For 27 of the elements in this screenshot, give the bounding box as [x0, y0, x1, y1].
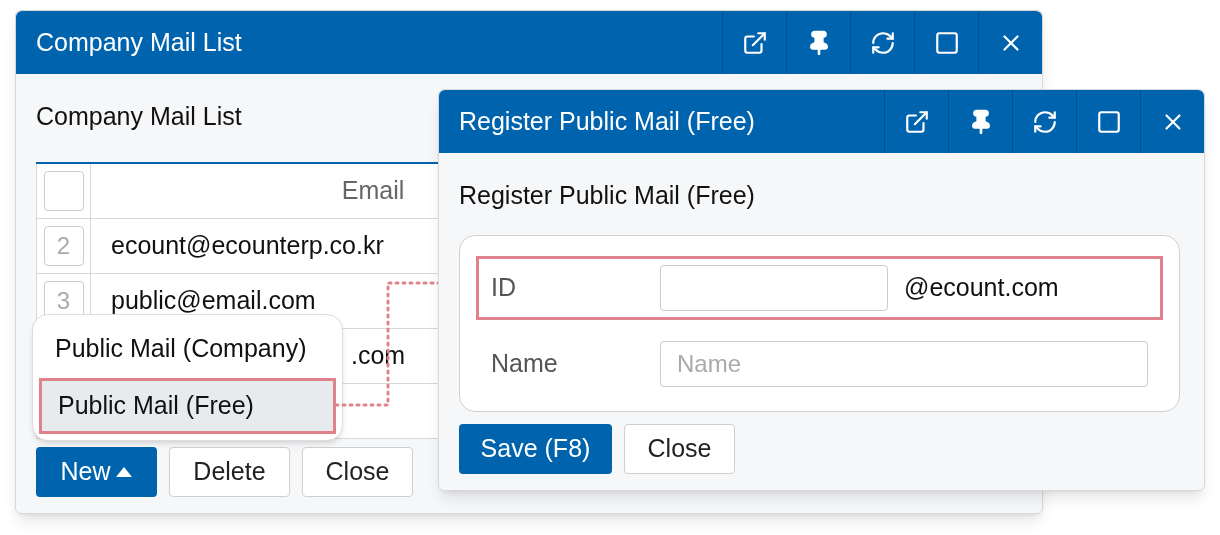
menu-item[interactable]: Public Mail (Free)	[39, 378, 336, 434]
button[interactable]: Close	[624, 423, 735, 474]
popout-icon	[903, 108, 930, 135]
button[interactable]: Delete	[169, 446, 290, 497]
window-title: Company Mail List	[35, 26, 243, 58]
maximize-icon	[1095, 108, 1122, 135]
table-cell-text: ecount@ecounterp.co.kr	[111, 229, 384, 261]
button[interactable]: Save (F8)	[459, 423, 612, 474]
table-cell-text: public@email.com	[111, 284, 316, 316]
list-heading: Company Mail List	[36, 101, 242, 132]
field-label: ID	[490, 271, 517, 303]
dropdown-button[interactable]: New	[36, 446, 157, 497]
maximize-icon	[933, 29, 960, 56]
input-field[interactable]	[660, 264, 888, 311]
popout-icon	[741, 29, 768, 56]
input-field[interactable]: Name	[660, 340, 1148, 387]
caret-up-icon	[114, 465, 133, 478]
window-title: Register Public Mail (Free)	[458, 105, 756, 137]
menu-item[interactable]: Public Mail (Company)	[39, 321, 336, 377]
row-number: 2	[43, 225, 84, 266]
refresh-icon	[869, 29, 896, 56]
field-label: Name	[490, 347, 559, 379]
domain-suffix: @ecount.com	[903, 271, 1059, 303]
button[interactable]: Close	[302, 446, 413, 497]
select-all-checkbox[interactable]	[43, 170, 84, 211]
refresh-icon	[1031, 108, 1058, 135]
table-cell-text: .com	[351, 339, 406, 371]
